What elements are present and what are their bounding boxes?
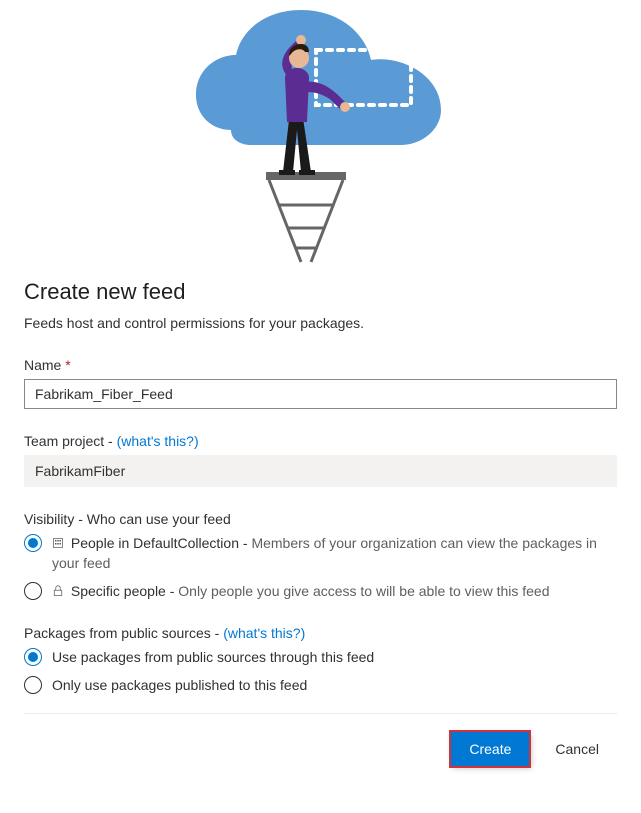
public-sources-help-link[interactable]: (what's this?)	[223, 625, 305, 641]
lock-icon	[52, 585, 64, 597]
public-sources-option-only[interactable]: Only use packages published to this feed	[24, 675, 617, 695]
name-label: Name *	[24, 357, 617, 373]
organization-icon	[52, 537, 64, 549]
public-sources-option-use[interactable]: Use packages from public sources through…	[24, 647, 617, 667]
visibility-option-organization[interactable]: People in DefaultCollection - Members of…	[24, 533, 617, 573]
create-button[interactable]: Create	[451, 732, 529, 766]
radio-button[interactable]	[24, 648, 42, 666]
public-sources-label: Packages from public sources - (what's t…	[24, 625, 617, 641]
person-cloud-illustration	[141, 0, 501, 265]
radio-button[interactable]	[24, 676, 42, 694]
visibility-group: Visibility - Who can use your feed Peopl…	[24, 511, 617, 601]
visibility-label: Visibility - Who can use your feed	[24, 511, 617, 527]
dialog-actions: Create Cancel	[24, 732, 617, 766]
visibility-option-label: Specific people -	[71, 583, 178, 599]
team-project-group: Team project - (what's this?) FabrikamFi…	[24, 433, 617, 487]
visibility-option-specific[interactable]: Specific people - Only people you give a…	[24, 581, 617, 601]
team-project-label: Team project - (what's this?)	[24, 433, 617, 449]
radio-button[interactable]	[24, 534, 42, 552]
hero-illustration	[24, 0, 617, 265]
team-project-value: FabrikamFiber	[24, 455, 617, 487]
name-field-group: Name *	[24, 357, 617, 409]
radio-button[interactable]	[24, 582, 42, 600]
required-marker: *	[65, 357, 70, 373]
visibility-option-label: People in DefaultCollection -	[71, 535, 252, 551]
public-sources-option-label: Only use packages published to this feed	[52, 677, 307, 693]
public-sources-option-label: Use packages from public sources through…	[52, 649, 374, 665]
name-input[interactable]	[24, 379, 617, 409]
cancel-button[interactable]: Cancel	[537, 732, 617, 766]
divider	[24, 713, 617, 714]
dialog-subtitle: Feeds host and control permissions for y…	[24, 315, 617, 331]
team-project-help-link[interactable]: (what's this?)	[117, 433, 199, 449]
dialog-title: Create new feed	[24, 279, 617, 305]
public-sources-group: Packages from public sources - (what's t…	[24, 625, 617, 695]
visibility-option-description: Only people you give access to will be a…	[178, 583, 549, 599]
